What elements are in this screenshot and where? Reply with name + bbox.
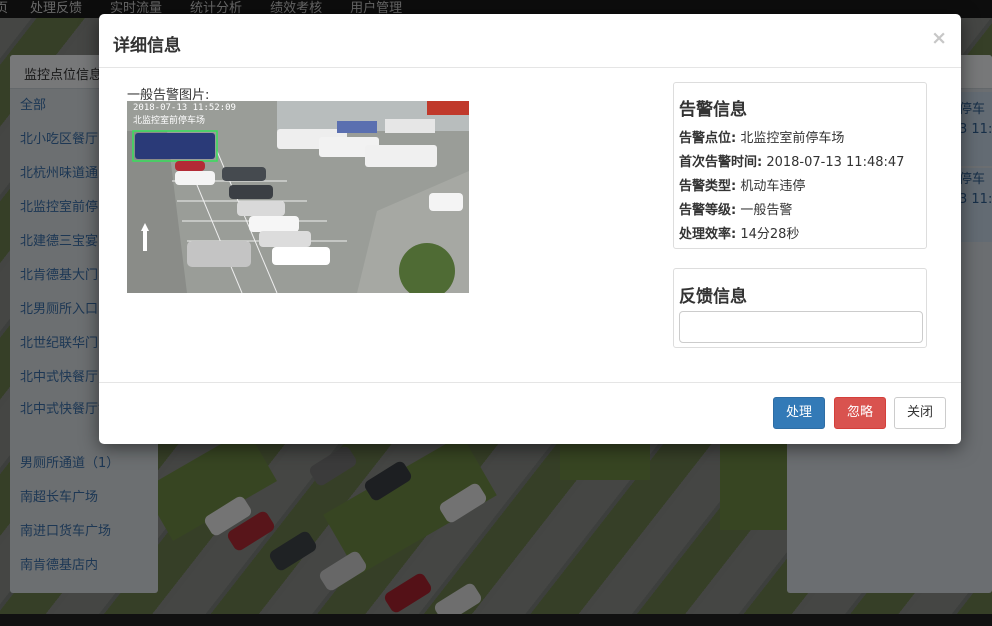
alarm-info-title: 告警信息	[679, 100, 747, 120]
modal-footer: 处理 忽略 关闭	[99, 382, 961, 444]
info-value: 机动车违停	[740, 179, 806, 194]
info-value: 一般告警	[740, 203, 793, 218]
alarm-location-row: 告警点位: 北监控室前停车场	[679, 127, 926, 151]
processing-efficiency-row: 处理效率: 14分28秒	[679, 223, 926, 247]
modal-header: 详细信息 ×	[99, 14, 961, 68]
modal-title: 详细信息	[113, 36, 181, 56]
info-key: 处理效率:	[679, 227, 737, 242]
info-value: 14分28秒	[740, 227, 800, 242]
info-value: 2018-07-13 11:48:47	[766, 155, 905, 170]
close-button[interactable]: 关闭	[894, 397, 946, 429]
feedback-input[interactable]	[679, 311, 923, 343]
alarm-info-box: 告警信息 告警点位: 北监控室前停车场 首次告警时间: 2018-07-13 1…	[673, 82, 927, 249]
alarm-type-row: 告警类型: 机动车违停	[679, 175, 926, 199]
process-button[interactable]: 处理	[773, 397, 825, 429]
ignore-button[interactable]: 忽略	[834, 397, 886, 429]
bottom-bar	[0, 614, 992, 626]
info-key: 告警点位:	[679, 131, 737, 146]
close-icon[interactable]: ×	[931, 28, 947, 48]
alarm-snapshot-image: 2018-07-13 11:52:09 北监控室前停车场	[127, 101, 469, 293]
image-timestamp: 2018-07-13 11:52:09	[133, 103, 236, 113]
alarm-level-row: 告警等级: 一般告警	[679, 199, 926, 223]
feedback-box: 反馈信息	[673, 268, 927, 348]
info-key: 首次告警时间:	[679, 155, 763, 170]
info-key: 告警等级:	[679, 203, 737, 218]
image-camera-name: 北监控室前停车场	[133, 116, 206, 126]
detail-modal: 详细信息 × 一般告警图片: 2018-07-13 11:52:09 北监控室前…	[99, 14, 961, 444]
info-value: 北监控室前停车场	[740, 131, 845, 146]
feedback-title: 反馈信息	[679, 287, 747, 307]
parking-lot-snapshot	[127, 101, 469, 293]
info-key: 告警类型:	[679, 179, 737, 194]
first-alarm-time-row: 首次告警时间: 2018-07-13 11:48:47	[679, 151, 926, 175]
